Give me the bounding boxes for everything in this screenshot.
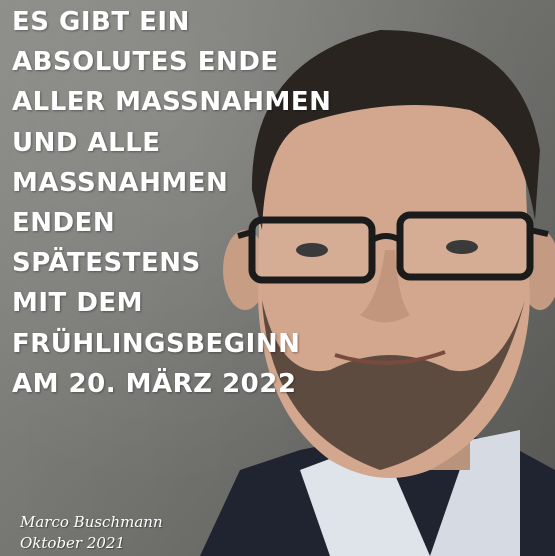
quote-line: ES GIBT EIN <box>12 7 190 37</box>
quote-line: ABSOLUTES ENDE <box>12 47 279 78</box>
image-frame: ES GIBT EIN ABSOLUTES ENDE ALLER MASSNAH… <box>0 0 555 556</box>
quote-text: ES GIBT EIN ABSOLUTES ENDE ALLER MASSNAH… <box>12 2 331 404</box>
quote-line: SPÄTESTENS <box>12 248 201 279</box>
quote-line: MASSNAHMEN <box>12 167 229 198</box>
attribution-date: Oktober 2021 <box>20 534 126 552</box>
quote-line: MIT DEM <box>12 288 144 319</box>
quote-line: UND ALLE <box>12 127 161 158</box>
quote-line: ENDEN <box>12 208 116 239</box>
quote-line: AM 20. MÄRZ 2022 <box>12 368 297 399</box>
attribution-name: Marco Buschmann <box>20 513 163 531</box>
attribution: Marco Buschmann Oktober 2021 <box>20 512 163 554</box>
right-eye <box>446 240 478 254</box>
quote-line: FRÜHLINGSBEGINN <box>12 328 301 359</box>
quote-line: ALLER MASSNAHMEN <box>12 87 332 118</box>
